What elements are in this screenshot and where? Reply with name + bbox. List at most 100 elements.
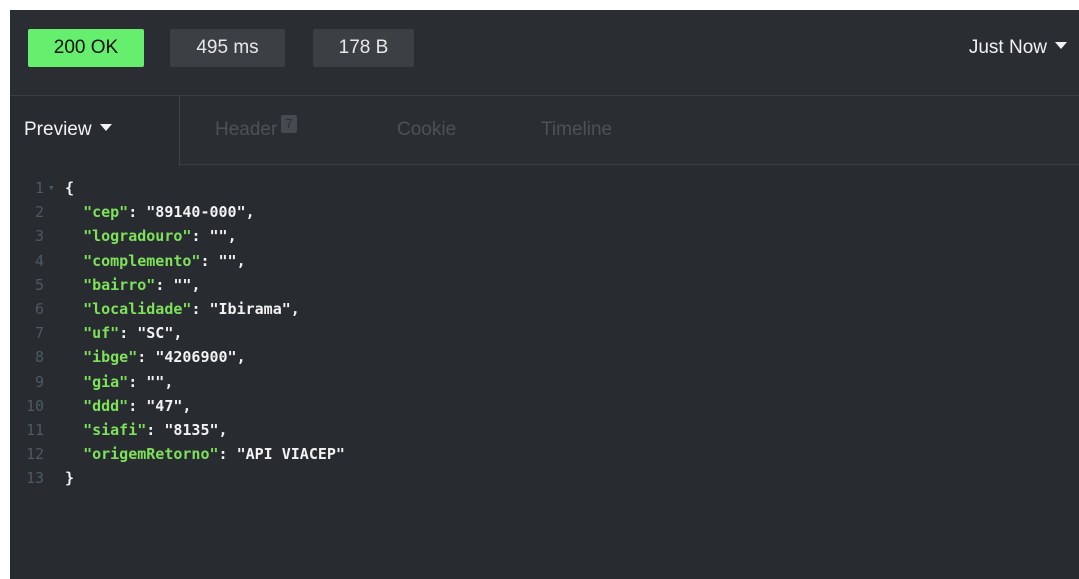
response-size-badge: 178 B <box>313 29 414 67</box>
line-number: 2 <box>34 203 44 222</box>
chevron-down-icon <box>1055 42 1067 50</box>
tab-header[interactable]: Header 7 <box>215 115 297 141</box>
json-colon: : <box>155 275 174 294</box>
tab-timeline[interactable]: Timeline <box>541 119 612 141</box>
header-count-badge: 7 <box>281 115 297 133</box>
tab-preview-label: Preview <box>24 119 92 140</box>
json-value: "API VIACEP" <box>236 445 345 464</box>
response-history-label: Just Now <box>968 37 1047 58</box>
code-line: 4 "complemento": "", <box>10 249 1079 273</box>
code-line: 9 "gia": "", <box>10 370 1079 394</box>
json-key: "ibge" <box>83 348 138 367</box>
json-key: "ddd" <box>83 396 129 415</box>
json-value: "" <box>146 372 165 391</box>
json-key: "gia" <box>83 372 129 391</box>
json-comma: , <box>182 396 192 415</box>
json-key: "origemRetorno" <box>83 445 219 464</box>
json-value: "" <box>209 227 228 246</box>
tab-preview[interactable]: Preview <box>10 96 180 166</box>
code-line: 5 "bairro": "", <box>10 273 1079 297</box>
json-close-brace: } <box>65 469 75 488</box>
json-key: "localidade" <box>83 299 192 318</box>
json-comma: , <box>227 227 237 246</box>
response-status-bar: 200 OK 495 ms 178 B Just Now <box>10 10 1079 96</box>
code-line: 1 ▾ { <box>10 176 1079 200</box>
line-number: 1 <box>34 179 44 197</box>
json-colon: : <box>191 227 210 246</box>
json-comma: , <box>173 324 183 343</box>
json-colon: : <box>146 420 165 439</box>
json-open-brace: { <box>65 179 75 197</box>
code-content: "ddd": "47", <box>65 394 191 418</box>
code-line: 6 "localidade": "Ibirama", <box>10 297 1079 321</box>
json-value: "89140-000" <box>146 203 246 222</box>
response-history-dropdown[interactable]: Just Now <box>969 29 1067 67</box>
fold-toggle-icon[interactable]: ▾ <box>48 176 55 200</box>
code-line: 11 "siafi": "8135", <box>10 418 1079 442</box>
response-tabs: Preview Header 7 Cookie Timeline <box>10 96 1079 166</box>
code-content: { <box>65 176 74 200</box>
line-number: 13 <box>25 469 44 488</box>
tab-divider <box>180 164 1079 165</box>
code-line: 2 "cep": "89140-000", <box>10 200 1079 224</box>
code-content: "logradouro": "", <box>65 224 237 248</box>
json-preview[interactable]: 1 ▾{2 "cep": "89140-000", 3 "logradouro": … <box>10 176 1079 490</box>
line-number: 4 <box>34 251 44 270</box>
code-content: "gia": "", <box>65 370 173 394</box>
code-content: } <box>65 466 74 490</box>
status-code-badge: 200 OK <box>28 29 144 67</box>
json-colon: : <box>119 324 138 343</box>
json-value: "47" <box>146 396 183 415</box>
json-value: "4206900" <box>155 348 237 367</box>
json-value: "Ibirama" <box>209 299 291 318</box>
json-comma: , <box>236 251 246 270</box>
json-comma: , <box>290 299 300 318</box>
line-number: 6 <box>34 299 44 318</box>
json-comma: , <box>236 348 246 367</box>
chevron-down-icon <box>99 124 112 132</box>
json-colon: : <box>218 445 237 464</box>
code-content: "siafi": "8135", <box>65 418 228 442</box>
code-content: "cep": "89140-000", <box>65 200 255 224</box>
json-comma: , <box>164 372 174 391</box>
json-colon: : <box>137 348 156 367</box>
response-time-badge: 495 ms <box>170 29 285 67</box>
line-number: 9 <box>34 372 44 391</box>
code-content: "localidade": "Ibirama", <box>65 297 300 321</box>
json-comma: , <box>191 275 201 294</box>
line-number: 11 <box>25 420 44 439</box>
code-line: 13} <box>10 466 1079 490</box>
code-content: "ibge": "4206900", <box>65 345 246 369</box>
json-colon: : <box>128 396 147 415</box>
json-value: "SC" <box>137 324 174 343</box>
json-key: "cep" <box>83 203 129 222</box>
json-colon: : <box>128 372 147 391</box>
line-number: 3 <box>34 227 44 246</box>
json-key: "bairro" <box>83 275 156 294</box>
line-number: 12 <box>25 445 44 464</box>
json-colon: : <box>191 299 210 318</box>
code-content: "complemento": "", <box>65 249 246 273</box>
json-value: "" <box>218 251 237 270</box>
json-colon: : <box>128 203 147 222</box>
code-line: 3 "logradouro": "", <box>10 224 1079 248</box>
code-line: 7 "uf": "SC", <box>10 321 1079 345</box>
code-content: "bairro": "", <box>65 273 200 297</box>
json-key: "complemento" <box>83 251 201 270</box>
tab-header-label: Header <box>215 119 278 140</box>
json-colon: : <box>200 251 219 270</box>
json-key: "logradouro" <box>83 227 192 246</box>
line-number: 5 <box>34 275 44 294</box>
json-comma: , <box>245 203 255 222</box>
response-panel: 200 OK 495 ms 178 B Just Now Preview Hea… <box>10 10 1079 579</box>
code-content: "uf": "SC", <box>65 321 182 345</box>
line-number: 7 <box>34 324 44 343</box>
code-content: "origemRetorno": "API VIACEP" <box>65 442 345 466</box>
code-line: 10 "ddd": "47", <box>10 394 1079 418</box>
json-key: "uf" <box>83 324 120 343</box>
json-key: "siafi" <box>83 420 147 439</box>
code-line: 8 "ibge": "4206900", <box>10 345 1079 369</box>
code-line: 12 "origemRetorno": "API VIACEP" <box>10 442 1079 466</box>
tab-cookie[interactable]: Cookie <box>397 119 456 141</box>
json-comma: , <box>218 420 228 439</box>
